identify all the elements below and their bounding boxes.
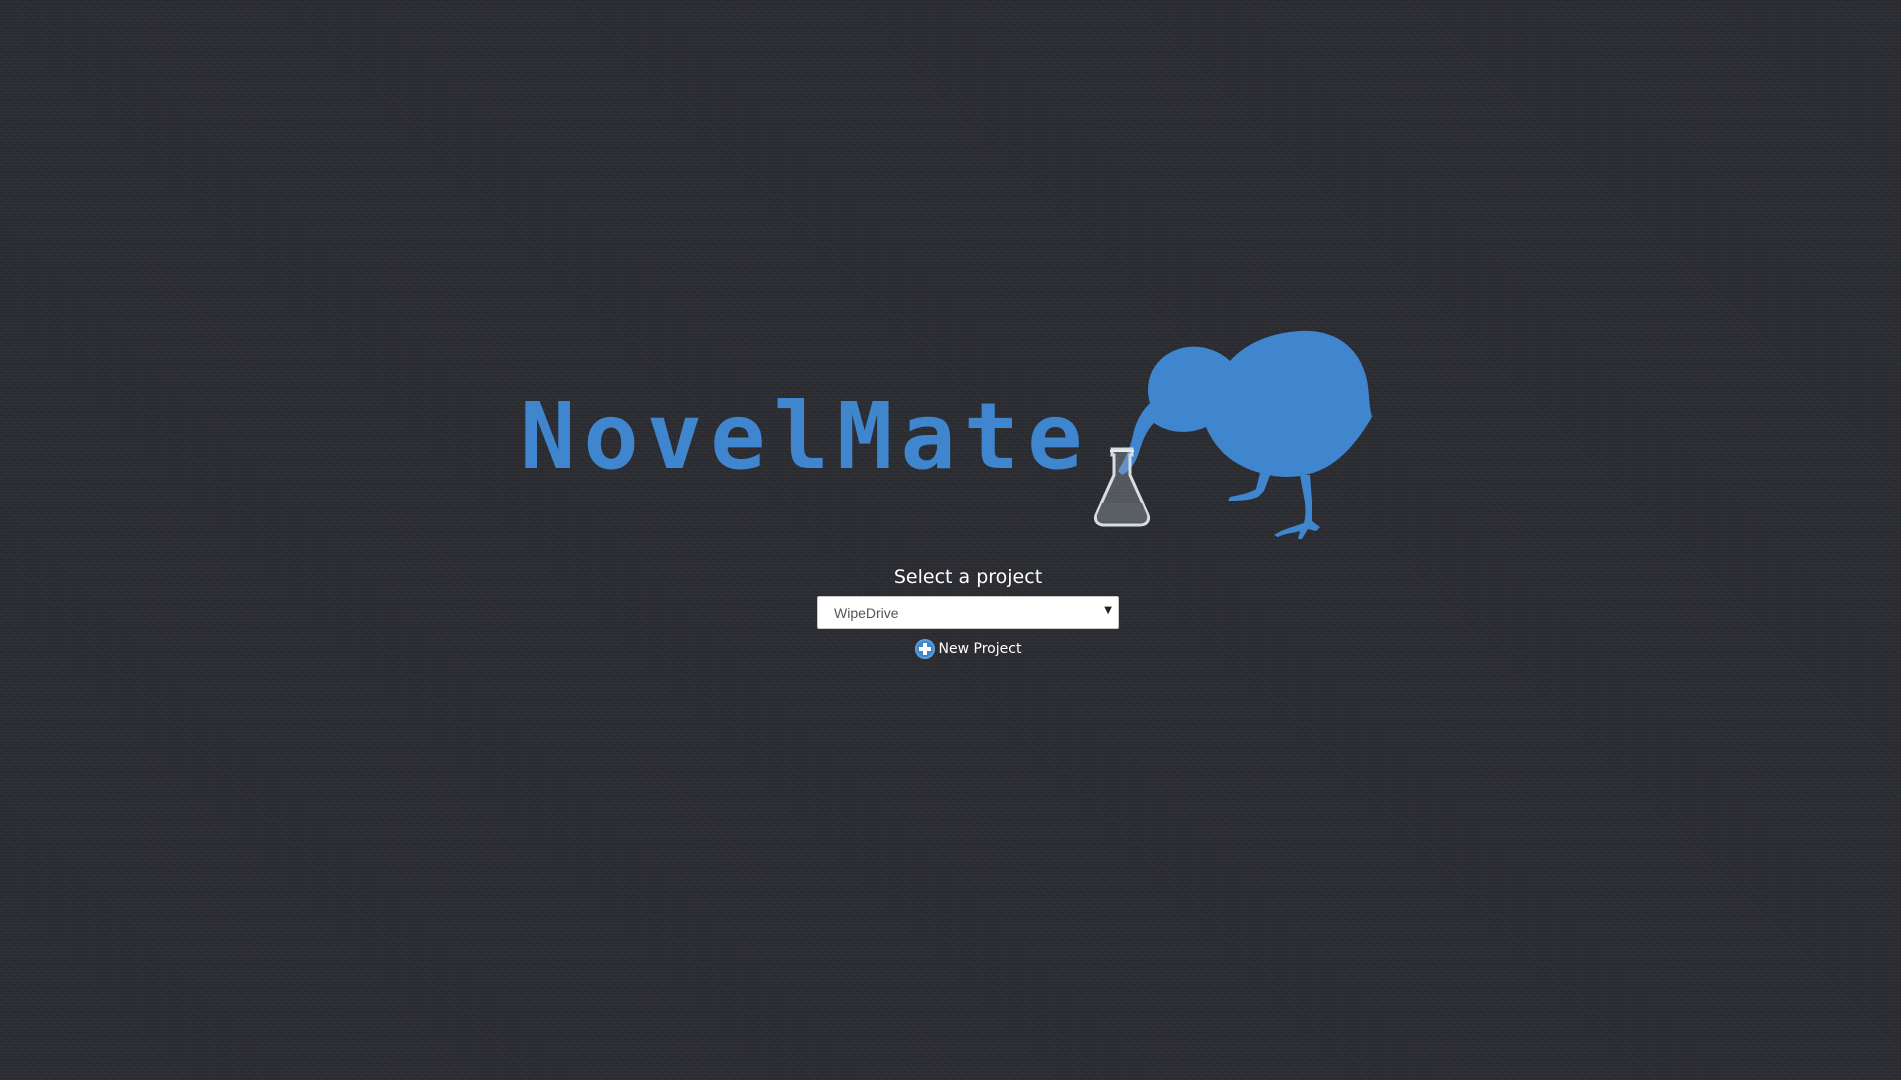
flask-icon bbox=[1094, 447, 1150, 527]
project-selector: Select a project WipeDrive ▼ New Project bbox=[817, 566, 1119, 663]
new-project-button[interactable]: New Project bbox=[914, 638, 1022, 659]
dropdown-arrow-icon: ▼ bbox=[1104, 604, 1112, 616]
new-project-label: New Project bbox=[938, 640, 1022, 657]
project-select[interactable]: WipeDrive ▼ bbox=[817, 595, 1119, 629]
select-project-heading: Select a project bbox=[893, 566, 1043, 588]
logo-text: NovelMate bbox=[520, 383, 1091, 490]
selected-project-value: WipeDrive bbox=[834, 604, 899, 621]
kiwi-bird-icon bbox=[1094, 330, 1372, 539]
plus-circle-icon bbox=[914, 638, 935, 659]
app-logo: NovelMate bbox=[520, 325, 1380, 545]
